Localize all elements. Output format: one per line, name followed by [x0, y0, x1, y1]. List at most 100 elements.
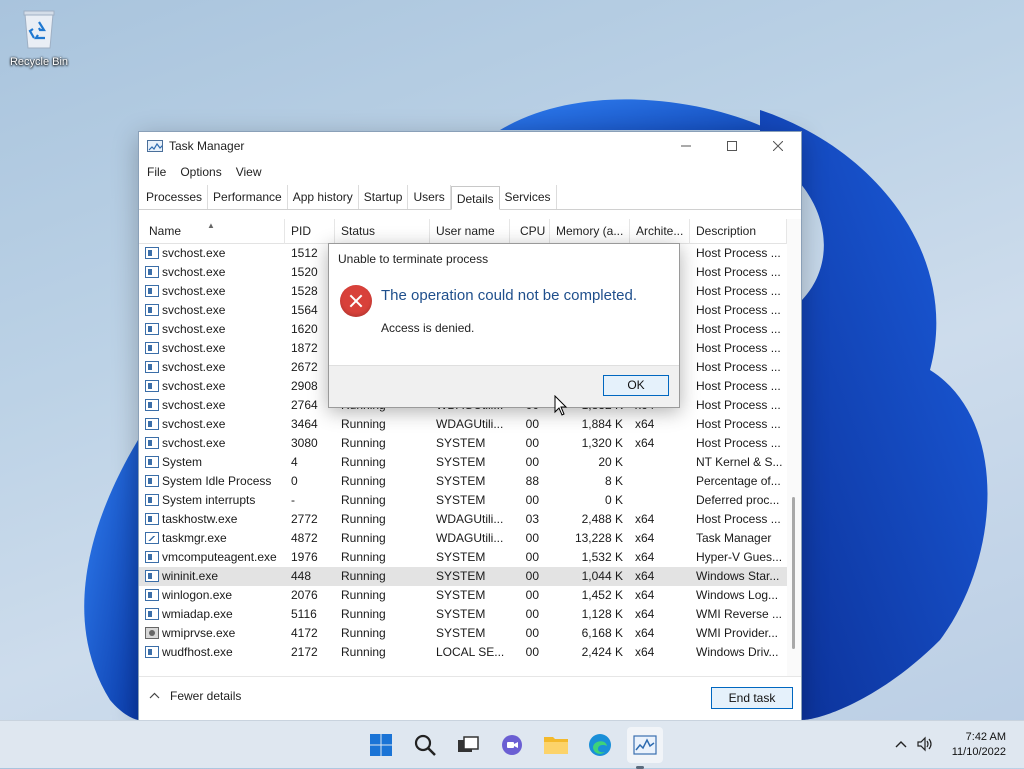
close-button[interactable]	[755, 132, 801, 160]
cell-arch: x64	[635, 588, 655, 602]
start-button[interactable]	[368, 732, 394, 758]
search-icon	[414, 734, 436, 756]
cell-mem: 1,884 K	[581, 417, 623, 431]
table-row[interactable]: winlogon.exe 2076 Running SYSTEM 00 1,452 K x6…	[139, 586, 787, 605]
menu-file[interactable]: File	[147, 165, 166, 179]
maximize-button[interactable]	[709, 132, 755, 160]
column-name-label: Name	[149, 224, 182, 238]
cell-name: System Idle Process	[162, 474, 272, 488]
error-dialog: Unable to terminate process The operatio…	[328, 243, 680, 408]
chat-button[interactable]	[499, 732, 525, 758]
cell-name: svchost.exe	[162, 246, 226, 260]
table-row[interactable]: vmcomputeagent.exe 1976 Running SYSTEM 00 1,5…	[139, 548, 787, 567]
task-view-button[interactable]	[455, 732, 481, 758]
cell-desc: Windows Star...	[696, 569, 780, 583]
cell-mem: 20 K	[598, 455, 623, 469]
cell-mem: 1,044 K	[581, 569, 623, 583]
cell-status: Running	[341, 569, 386, 583]
cell-user: SYSTEM	[436, 550, 486, 564]
table-row[interactable]: System Idle Process 0 Running SYSTEM 88 8 K Pe…	[139, 472, 787, 491]
menu-view[interactable]: View	[236, 165, 262, 179]
recycle-bin-desktop-icon[interactable]: Recycle Bin	[6, 8, 72, 68]
dialog-title: Unable to terminate process	[338, 252, 489, 266]
menu-options[interactable]: Options	[180, 165, 221, 179]
column-header-status[interactable]: Status	[335, 219, 430, 244]
dialog-main-instruction: The operation could not be completed.	[381, 287, 638, 304]
fewer-details-button[interactable]: Fewer details	[149, 689, 241, 703]
end-task-button[interactable]: End task	[711, 687, 793, 709]
tab-services[interactable]: Services	[500, 185, 557, 209]
task-manager-icon	[633, 735, 657, 755]
tab-users[interactable]: Users	[408, 185, 451, 209]
cell-cpu: 00	[525, 645, 539, 659]
volume-button[interactable]	[916, 736, 934, 755]
cell-name: vmcomputeagent.exe	[162, 550, 277, 564]
clock-time: 7:42 AM	[965, 731, 1006, 743]
process-icon	[145, 456, 159, 468]
table-row[interactable]: taskhostw.exe 2772 Running WDAGUtili... 03 2,…	[139, 510, 787, 529]
tab-details[interactable]: Details	[450, 186, 500, 210]
cell-arch: x64	[635, 569, 655, 583]
tab-app-history[interactable]: App history	[288, 185, 359, 209]
cell-desc: Windows Log...	[696, 588, 779, 602]
table-row[interactable]: wmiprvse.exe 4172 Running SYSTEM 00 6,168 K x6…	[139, 624, 787, 643]
column-header-pid[interactable]: PID	[285, 219, 335, 244]
window-title: Task Manager	[169, 139, 245, 153]
tab-startup[interactable]: Startup	[359, 185, 409, 209]
table-row[interactable]: taskmgr.exe 4872 Running WDAGUtili... 00 13,2…	[139, 529, 787, 548]
edge-button[interactable]	[587, 732, 613, 758]
column-header-user-name[interactable]: User name	[430, 219, 510, 244]
cell-mem: 2,488 K	[581, 512, 623, 526]
cell-pid: 1512	[291, 246, 318, 260]
minimize-button[interactable]	[663, 132, 709, 160]
cell-pid: 1564	[291, 303, 318, 317]
cell-name: svchost.exe	[162, 436, 226, 450]
cell-desc: Hyper-V Gues...	[696, 550, 783, 564]
table-row[interactable]: wininit.exe 448 Running SYSTEM 00 1,044 K x64 W…	[139, 567, 787, 586]
error-icon	[340, 285, 372, 317]
show-hidden-icons-button[interactable]	[894, 738, 908, 752]
process-icon	[145, 589, 159, 601]
cell-user: SYSTEM	[436, 588, 486, 602]
clock[interactable]: 7:42 AM 11/10/2022	[952, 730, 1006, 760]
chevron-up-icon	[895, 741, 907, 748]
table-row[interactable]: wudfhost.exe 2172 Running LOCAL SE... 00 2,42…	[139, 643, 787, 662]
column-header-architecture[interactable]: Archite...	[630, 219, 690, 244]
table-row[interactable]: svchost.exe 3080 Running SYSTEM 00 1,320 K x64…	[139, 434, 787, 453]
column-header-memory[interactable]: Memory (a...	[550, 219, 630, 244]
table-header: ▲ Name PID Status User name CPU Memory (…	[139, 219, 787, 244]
column-header-name[interactable]: ▲ Name	[139, 219, 285, 244]
file-explorer-button[interactable]	[543, 732, 569, 758]
cell-desc: WMI Provider...	[696, 626, 779, 640]
vertical-scrollbar[interactable]	[787, 219, 801, 679]
search-button[interactable]	[412, 732, 438, 758]
cell-arch: x64	[635, 531, 655, 545]
table-row[interactable]: svchost.exe 3464 Running WDAGUtili... 00 1,88…	[139, 415, 787, 434]
task-manager-taskbar-button[interactable]	[627, 727, 663, 769]
cell-desc: WMI Reverse ...	[696, 607, 783, 621]
table-row[interactable]: System interrupts - Running SYSTEM 00 0 K Defe…	[139, 491, 787, 510]
cell-cpu: 00	[525, 493, 539, 507]
title-bar[interactable]: Task Manager	[139, 132, 801, 160]
column-header-description[interactable]: Description	[690, 219, 787, 244]
table-row[interactable]: System 4 Running SYSTEM 00 20 K NT Kernel & S.…	[139, 453, 787, 472]
cell-name: System interrupts	[162, 493, 256, 507]
table-row[interactable]: wmiadap.exe 5116 Running SYSTEM 00 1,128 K x64…	[139, 605, 787, 624]
chevron-up-icon	[149, 690, 160, 702]
tab-strip: Processes Performance App history Startu…	[139, 184, 801, 210]
tab-performance[interactable]: Performance	[208, 185, 288, 209]
cell-desc: Host Process ...	[696, 436, 781, 450]
cell-cpu: 00	[525, 569, 539, 583]
process-icon	[145, 494, 159, 506]
cell-mem: 1,128 K	[581, 607, 623, 621]
scrollbar-thumb[interactable]	[792, 497, 795, 649]
ok-button[interactable]: OK	[603, 375, 669, 396]
cell-desc: Host Process ...	[696, 379, 781, 393]
cell-desc: Host Process ...	[696, 341, 781, 355]
cell-arch: x64	[635, 417, 655, 431]
cell-cpu: 88	[525, 474, 539, 488]
process-icon	[145, 361, 159, 373]
cell-status: Running	[341, 455, 386, 469]
tab-processes[interactable]: Processes	[141, 185, 209, 209]
column-header-cpu[interactable]: CPU	[510, 219, 550, 244]
